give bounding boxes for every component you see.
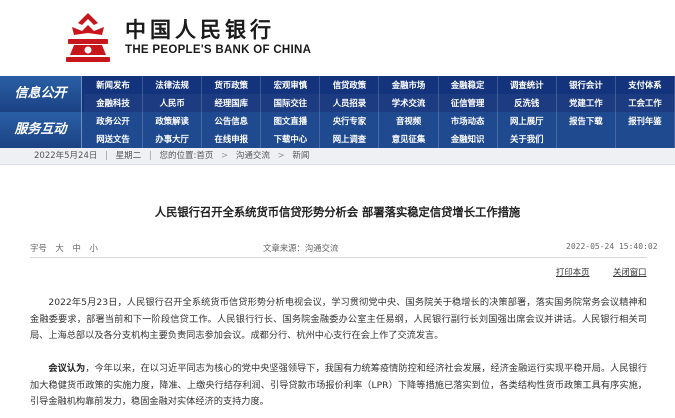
font-size-medium-button[interactable]: 中 (72, 243, 80, 253)
article-content: 人民银行召开全系统货币信贷形势分析会 部署落实稳定信贷增长工作措施 字号 大 中… (0, 166, 675, 418)
nav-service-item[interactable]: 政务公开 (84, 112, 144, 130)
nav-info-item[interactable]: 经理国库 (202, 94, 262, 112)
logo-chinese-text: 中国人民银行 (125, 18, 275, 42)
paragraph-body: ，今年以来，在以习近平同志为核心的党中央坚强领导下，我国有力统筹疫情防控和经济社… (30, 363, 648, 407)
breadcrumb: 2022年5月24日 | 星期二 | 您的位置:首页 > 沟通交流 > 新闻 (0, 148, 675, 165)
nav-service-item[interactable]: 报告下载 (557, 112, 616, 130)
breadcrumb-weekday: 星期二 (115, 151, 142, 161)
nav-service-item[interactable]: 政策解读 (143, 112, 203, 130)
nav-info-item[interactable]: 信贷政策 (320, 76, 380, 94)
breadcrumb-separator: | (148, 151, 152, 161)
font-size-label: 字号 (30, 243, 47, 253)
nav-service-item[interactable]: 音视频 (379, 112, 439, 130)
nav-info-item[interactable]: 党建工作 (556, 94, 616, 112)
nav-heading-service[interactable]: 服务互动 (0, 112, 82, 148)
font-size-small-button[interactable]: 小 (90, 243, 98, 253)
nav-info-item[interactable]: 货币政策 (202, 76, 262, 94)
breadcrumb-date: 2022年5月24日 (34, 151, 98, 161)
nav-service-item[interactable]: 在线申报 (202, 130, 262, 148)
nav-service-item[interactable]: 网上调查 (320, 130, 380, 148)
breadcrumb-page-link[interactable]: 新闻 (292, 151, 309, 161)
main-nav: 信息公开 新闻发布 法律法规 货币政策 宏观审慎 信贷政策 金融市场 金融稳定 调查统计 银行会… (0, 76, 675, 148)
breadcrumb-arrow-icon: > (221, 151, 229, 161)
nav-info-item[interactable]: 金融稳定 (439, 76, 498, 94)
nav-info-grid: 新闻发布 法律法规 货币政策 宏观审慎 信贷政策 金融市场 金融稳定 调查统计 银行会计 支付体系… (84, 76, 675, 112)
nav-info-item[interactable]: 人员招录 (320, 94, 380, 112)
breadcrumb-home-link[interactable]: 首页 (196, 151, 213, 161)
nav-info-item[interactable]: 金融科技 (84, 94, 144, 112)
nav-info-item[interactable]: 反洗钱 (497, 94, 557, 112)
nav-info-item[interactable]: 征信管理 (438, 94, 498, 112)
article-title: 人民银行召开全系统货币信贷形势分析会 部署落实稳定信贷增长工作措施 (154, 205, 521, 219)
close-window-link[interactable]: 关闭窗口 (613, 266, 647, 278)
nav-service-group: 服务互动 政务公开 政策解读 公告信息 图文直播 央行专家 音视频 市场动态 网上展厅 报告下载… (0, 112, 675, 148)
nav-info-item[interactable]: 新闻发布 (84, 76, 144, 94)
nav-service-item[interactable]: 办事大厅 (143, 130, 203, 148)
nav-service-item[interactable]: 网送文告 (84, 130, 144, 148)
nav-info-item[interactable]: 宏观审慎 (261, 76, 321, 94)
font-size-controls: 字号 大 中 小 (30, 242, 104, 254)
article-paragraph-2: 会议认为，今年以来，在以习近平同志为核心的党中央坚强领导下，我国有力统筹疫情防控… (30, 361, 647, 411)
nav-service-item[interactable]: 金融知识 (439, 130, 498, 148)
font-size-large-button[interactable]: 大 (55, 243, 63, 253)
nav-info-item[interactable]: 国际交往 (261, 94, 321, 112)
nav-info-item[interactable]: 学术交流 (379, 94, 439, 112)
nav-service-item[interactable]: 公告信息 (202, 112, 262, 130)
nav-service-item[interactable]: 市场动态 (439, 112, 498, 130)
nav-info-item[interactable]: 支付体系 (616, 76, 675, 94)
nav-service-item[interactable]: 央行专家 (320, 112, 380, 130)
nav-info-item[interactable]: 工会工作 (615, 94, 675, 112)
meta-divider (30, 257, 647, 258)
breadcrumb-prefix: 您的位置: (159, 151, 197, 161)
breadcrumb-arrow-icon: > (277, 151, 285, 161)
nav-service-item[interactable]: 图文直播 (261, 112, 321, 130)
nav-info-item[interactable]: 金融市场 (379, 76, 439, 94)
nav-service-item[interactable]: 关于我们 (498, 130, 557, 148)
nav-info-item[interactable]: 银行会计 (557, 76, 616, 94)
breadcrumb-section-link[interactable]: 沟通交流 (236, 151, 270, 161)
site-header: 中国人民银行 THE PEOPLE'S BANK OF CHINA (0, 0, 675, 74)
paragraph-lead: 会议认为 (48, 363, 86, 374)
nav-info-item[interactable]: 调查统计 (498, 76, 557, 94)
nav-service-grid: 政务公开 政策解读 公告信息 图文直播 央行专家 音视频 市场动态 网上展厅 报告下载 报刊年鉴网… (84, 112, 675, 148)
nav-info-group: 信息公开 新闻发布 法律法规 货币政策 宏观审慎 信贷政策 金融市场 金融稳定 调查统计 银行会… (0, 76, 675, 112)
nav-service-empty-cell (557, 130, 616, 148)
nav-service-item[interactable]: 报刊年鉴 (616, 112, 675, 130)
nav-service-item[interactable]: 意见征集 (379, 130, 439, 148)
article-paragraph-1: 2022年5月23日，人民银行召开全系统货币信贷形势分析电视会议，学习贯彻党中央… (30, 297, 647, 341)
nav-service-empty-cell (616, 130, 675, 148)
nav-info-item[interactable]: 法律法规 (143, 76, 203, 94)
nav-heading-info[interactable]: 信息公开 (0, 76, 82, 112)
article-source: 文章来源：沟通交流 (263, 243, 339, 253)
nav-service-item[interactable]: 网上展厅 (498, 112, 557, 130)
nav-info-item[interactable]: 人民币 (143, 94, 203, 112)
print-page-link[interactable]: 打印本页 (556, 266, 590, 278)
nav-service-item[interactable]: 下载中心 (261, 130, 321, 148)
breadcrumb-separator: | (105, 151, 108, 161)
article-datetime: 2022-05-24 15:40:02 (566, 242, 658, 251)
pboc-emblem-icon[interactable] (62, 9, 114, 65)
logo-english-text: THE PEOPLE'S BANK OF CHINA (125, 44, 312, 56)
